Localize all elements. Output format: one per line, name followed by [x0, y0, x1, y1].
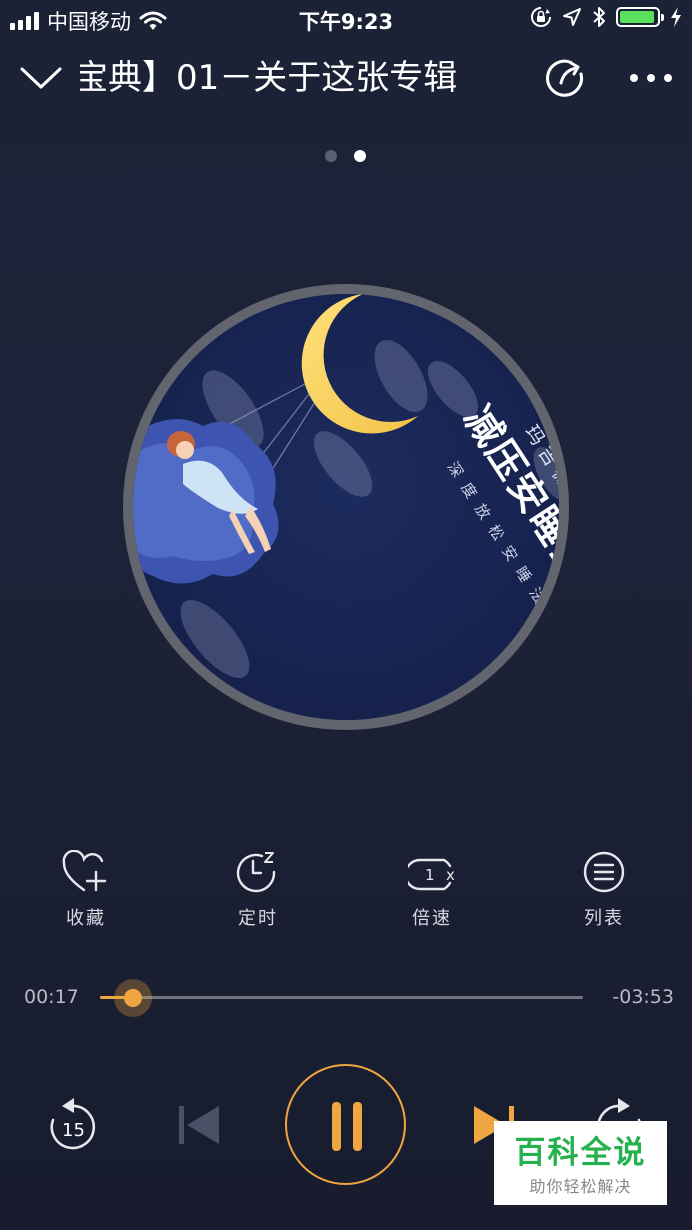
status-right: [530, 6, 682, 28]
pager-dot-active[interactable]: [354, 150, 366, 162]
sleep-timer-icon: [236, 852, 276, 893]
playlist-label: 列表: [584, 908, 624, 929]
favorite-label: 收藏: [66, 908, 106, 929]
sleep-timer-button[interactable]: 定时: [198, 850, 318, 930]
watermark-badge: 百科全说 助你轻松解决: [494, 1121, 667, 1205]
track-title: 宝典】01－关于这张专辑: [80, 58, 458, 98]
playlist-button[interactable]: 列表: [544, 850, 664, 930]
watermark-title: 百科全说: [514, 1135, 647, 1171]
timer-label: 定时: [238, 908, 278, 929]
pause-icon-bar-right: [353, 1102, 362, 1151]
battery-icon: [616, 7, 664, 27]
rewind-seconds: 15: [62, 1120, 85, 1141]
collapse-chevron-down-icon[interactable]: [20, 66, 62, 90]
share-icon[interactable]: [544, 57, 586, 99]
album-cover: 玛吉薇薇博士 减压安睡宝典 深度放松安睡法: [133, 294, 559, 720]
speed-label: 倍速: [412, 908, 452, 929]
pause-icon-bar-left: [332, 1102, 341, 1151]
speed-badge-unit: x: [446, 866, 455, 884]
progress-thumb[interactable]: [123, 989, 142, 1007]
pager-dot[interactable]: [325, 150, 337, 162]
heart-plus-icon: [62, 850, 107, 892]
speed-badge-value: 1: [425, 866, 435, 884]
playback-speed-button[interactable]: 1 x 倍速: [372, 856, 492, 930]
progress-track[interactable]: [100, 996, 583, 999]
previous-track-icon[interactable]: [177, 1104, 221, 1146]
more-options-icon[interactable]: [628, 72, 674, 84]
elapsed-time: 00:17: [24, 986, 79, 1008]
location-icon: [563, 8, 581, 26]
watermark-subtitle: 助你轻松解决: [529, 1177, 632, 1196]
list-icon: [583, 851, 625, 893]
track-title-marquee: 宝典】01－关于这张专辑: [80, 54, 500, 102]
status-bar: 中国移动 下午9:23: [0, 0, 692, 38]
charging-icon: [671, 7, 681, 27]
player-header: 宝典】01－关于这张专辑: [0, 48, 692, 108]
album-artwork: 玛吉薇薇博士 减压安睡宝典 深度放松安睡法: [133, 294, 559, 720]
speed-icon: 1 x: [408, 856, 456, 894]
pause-button[interactable]: [285, 1064, 406, 1185]
bluetooth-icon: [593, 7, 605, 27]
album-disc[interactable]: 玛吉薇薇博士 减压安睡宝典 深度放松安睡法: [123, 284, 569, 730]
favorite-button[interactable]: 收藏: [26, 850, 146, 930]
orientation-lock-icon: [531, 7, 551, 27]
rewind-15-button[interactable]: 15: [48, 1096, 100, 1152]
remaining-time: -03:53: [612, 986, 674, 1008]
